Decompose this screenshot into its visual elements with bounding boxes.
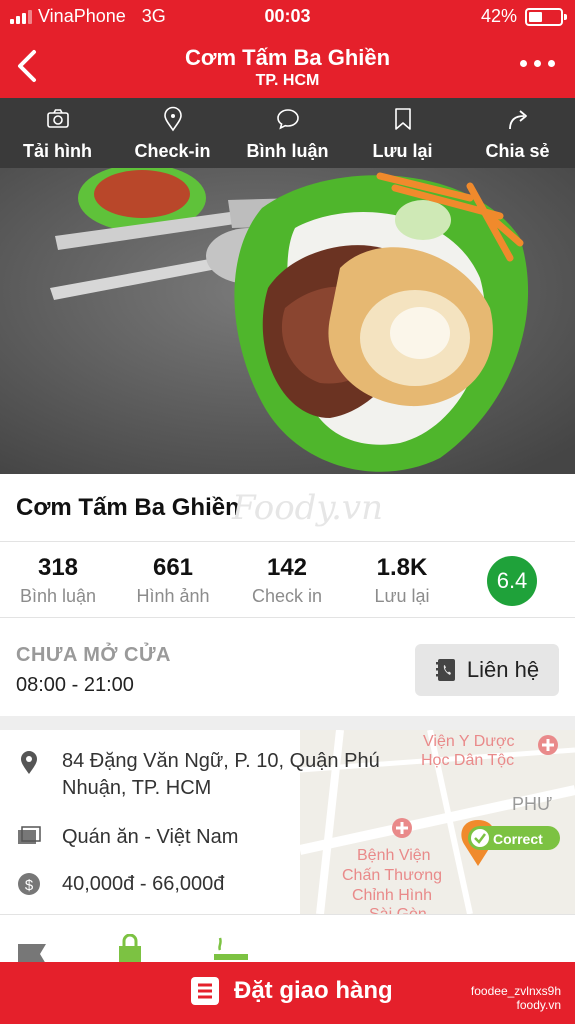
stat-label: Lưu lại: [374, 586, 430, 606]
divider: [0, 914, 575, 915]
camera-icon: [46, 109, 69, 128]
stat-photos[interactable]: 661 Hình ảnh: [116, 554, 230, 607]
stats-row: 318 Bình luận 661 Hình ảnh 142 Check in …: [0, 542, 575, 618]
location-pin-icon: [163, 106, 182, 132]
delivery-bag-icon: [119, 934, 141, 964]
address-line-2: Nhuận, TP. HCM: [62, 777, 212, 799]
map-label: Chấn Thương: [342, 867, 442, 884]
map-label: Học Dân Tộc: [421, 752, 514, 769]
username: foodee_zvlnxs9h: [470, 984, 561, 998]
check-in-button[interactable]: Check-in: [115, 98, 230, 168]
status-bar: VinaPhone 3G 00:03 42%: [0, 0, 575, 32]
stat-value: 1.8K: [376, 554, 428, 581]
action-label: Lưu lại: [372, 141, 433, 161]
action-label: Bình luận: [246, 141, 329, 161]
action-toolbar: Tải hình Check-in Bình luận Lưu lại Chia…: [0, 98, 575, 168]
stat-checkins[interactable]: 142 Check in: [230, 554, 344, 607]
price-row: $ 40,000đ - 66,000đ: [16, 871, 224, 898]
order-delivery-bar[interactable]: Đặt giao hàng foodee_zvlnxs9h foody.vn: [0, 962, 575, 1024]
map-label: Viện Y Dược: [423, 733, 514, 750]
flag-icon: [18, 944, 46, 964]
opening-hours-section: CHƯA MỞ CỬA 08:00 - 21:00 Liên hệ: [0, 618, 575, 716]
feature-icons-row: [0, 930, 575, 964]
svg-text:$: $: [25, 877, 34, 894]
food-photo-illustration: [0, 168, 575, 474]
map-label: Sài Gòn: [369, 906, 427, 914]
price-range: 40,000đ - 66,000đ: [62, 873, 225, 895]
action-label: Tải hình: [23, 141, 92, 161]
opening-hours: 08:00 - 21:00: [16, 674, 134, 696]
location-pin-icon: [21, 751, 37, 774]
save-button[interactable]: Lưu lại: [345, 98, 460, 168]
section-divider: [0, 716, 575, 730]
map-correct-badge: Correct: [493, 831, 543, 847]
battery-icon: [525, 7, 567, 26]
category: Quán ăn - Việt Nam: [62, 826, 239, 848]
nav-bar: Cơm Tấm Ba Ghiền TP. HCM: [0, 32, 575, 98]
app-header: VinaPhone 3G 00:03 42% Cơm Tấm Ba Ghiền …: [0, 0, 575, 98]
battery-percent: 42%: [480, 6, 517, 26]
back-chevron-icon[interactable]: [10, 46, 44, 86]
map-label: Bệnh Viện: [357, 847, 431, 864]
share-button[interactable]: Chia sẻ: [460, 98, 575, 168]
stat-value: 318: [37, 554, 79, 581]
comment-button[interactable]: Bình luận: [230, 98, 345, 168]
stat-label: Hình ảnh: [136, 586, 210, 606]
info-section: Viện Y Dược Học Dân Tộc PHƯ Bệnh Viện Ch…: [0, 730, 575, 914]
share-icon: [508, 110, 527, 130]
restaurant-photo[interactable]: [0, 168, 575, 474]
stat-value: 661: [152, 554, 194, 581]
action-label: Chia sẻ: [485, 141, 550, 161]
address-line-1: 84 Đặng Văn Ngữ, P. 10, Quận Phú: [62, 750, 380, 772]
order-label: Đặt giao hàng: [234, 977, 393, 1004]
delivery-menu-icon: [191, 977, 219, 1005]
status-right: 42%: [480, 6, 567, 27]
smoking-icon: [214, 937, 248, 960]
upload-photo-button[interactable]: Tải hình: [0, 98, 115, 168]
bookmark-icon: [394, 108, 411, 130]
page-subtitle: TP. HCM: [255, 72, 320, 89]
contact-button[interactable]: Liên hệ: [415, 644, 559, 696]
contact-label: Liên hệ: [466, 657, 540, 682]
dollar-icon: $: [18, 873, 40, 895]
phone-book-icon: [435, 659, 455, 681]
action-label: Check-in: [134, 141, 211, 161]
username-watermark: foodee_zvlnxs9h foody.vn: [471, 984, 561, 1012]
restaurant-name: Cơm Tấm Ba Ghiền: [16, 494, 240, 521]
stat-label: Check in: [251, 586, 323, 606]
address-row[interactable]: 84 Đặng Văn Ngữ, P. 10, Quận Phú Nhuận, …: [16, 748, 380, 802]
address: 84 Đặng Văn Ngữ, P. 10, Quận Phú Nhuận, …: [62, 748, 380, 802]
category-cards-icon: [18, 826, 41, 844]
speech-bubble-icon: [276, 109, 299, 130]
battery-fill: [529, 11, 542, 22]
category-row: Quán ăn - Việt Nam: [16, 824, 238, 851]
page-title: Cơm Tấm Ba Ghiền: [184, 45, 391, 70]
map-label: PHƯ: [512, 794, 552, 814]
stat-value: 142: [266, 554, 308, 581]
rating-score-badge[interactable]: 6.4: [487, 556, 537, 606]
open-status: CHƯA MỞ CỬA: [16, 644, 171, 666]
more-options-icon[interactable]: [520, 60, 555, 67]
map-label: Chỉnh Hình: [352, 887, 432, 904]
stat-saves[interactable]: 1.8K Lưu lại: [345, 554, 459, 607]
stat-label: Bình luận: [19, 586, 97, 606]
order-delivery-button[interactable]: Đặt giao hàng: [190, 976, 393, 1006]
brand-watermark: foody.vn: [516, 998, 561, 1012]
restaurant-name-section: Cơm Tấm Ba Ghiền Foody.vn: [0, 474, 575, 542]
stat-comments[interactable]: 318 Bình luận: [1, 554, 115, 607]
foody-watermark: Foody.vn: [232, 488, 384, 528]
